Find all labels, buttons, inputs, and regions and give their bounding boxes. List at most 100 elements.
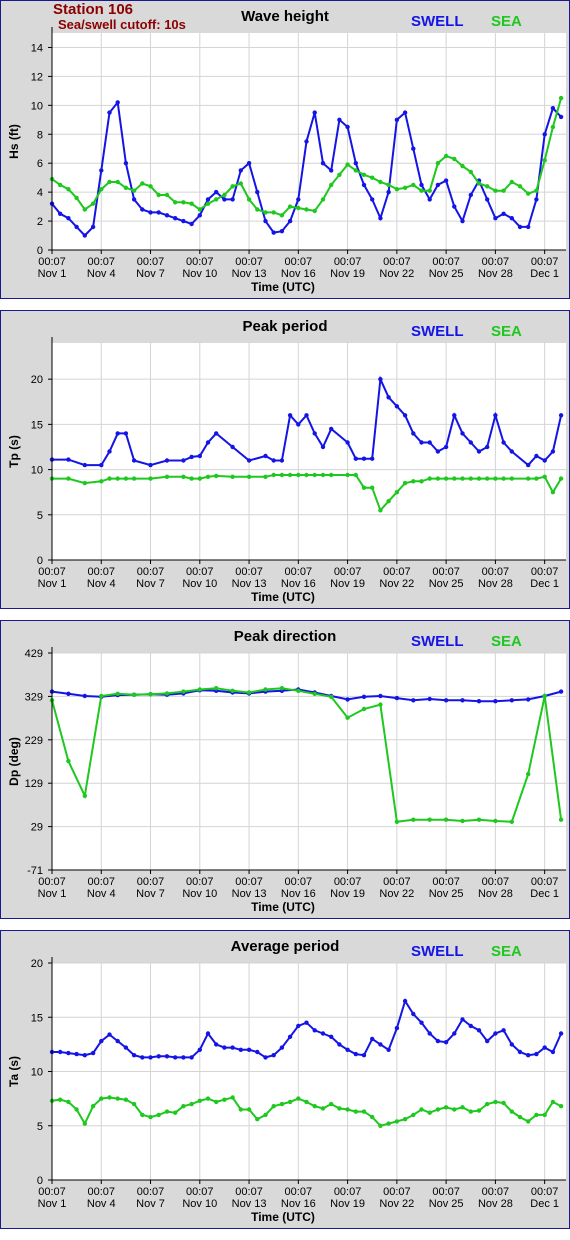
x-tick-time: 00:07 (432, 566, 460, 578)
data-point (353, 1109, 358, 1114)
data-point (468, 169, 473, 175)
x-tick-date: Nov 7 (136, 888, 165, 900)
data-point (370, 175, 375, 180)
data-point (205, 201, 211, 206)
data-point (197, 1047, 202, 1052)
y-tick-label: 10 (31, 465, 43, 477)
plot-area (52, 653, 566, 870)
data-point (558, 114, 564, 120)
chart-title: Peak direction (234, 628, 337, 645)
data-point (353, 472, 358, 478)
data-point (320, 444, 326, 450)
data-point (370, 456, 375, 461)
x-tick-time: 00:07 (137, 256, 165, 268)
data-point (558, 817, 564, 822)
data-point (509, 476, 514, 481)
data-point (517, 184, 523, 189)
data-point (115, 179, 120, 185)
y-tick-label: 10 (31, 100, 43, 112)
x-axis-label: Time (UTC) (251, 1210, 315, 1224)
data-point (82, 693, 88, 699)
y-tick-label: 129 (25, 778, 43, 790)
data-point (197, 207, 202, 212)
y-axis-label: Tp (s) (7, 435, 21, 468)
data-point (345, 1047, 350, 1052)
data-point (156, 210, 161, 215)
data-point (402, 480, 408, 486)
data-point (58, 1049, 63, 1055)
data-point (435, 182, 441, 188)
data-point (312, 431, 317, 436)
data-point (386, 189, 391, 195)
data-point (378, 693, 383, 699)
x-tick-time: 00:07 (531, 876, 559, 888)
data-point (156, 1054, 161, 1059)
x-tick-time: 00:07 (432, 1186, 460, 1198)
x-tick-time: 00:07 (334, 256, 362, 268)
data-point (394, 695, 400, 701)
data-point (550, 449, 556, 454)
data-point (181, 218, 186, 224)
data-point (263, 1055, 268, 1060)
x-tick-date: Nov 10 (182, 888, 217, 900)
y-axis-label: Dp (deg) (7, 737, 21, 786)
data-point (214, 189, 219, 195)
data-point (255, 1049, 260, 1055)
data-point (476, 699, 482, 704)
data-point (230, 197, 235, 202)
data-point (435, 161, 441, 166)
data-point (509, 179, 514, 185)
x-tick-time: 00:07 (383, 566, 411, 578)
data-point (329, 1101, 334, 1107)
x-tick-time: 00:07 (87, 1186, 115, 1198)
data-point (542, 132, 547, 137)
x-tick-date: Nov 28 (478, 268, 513, 280)
data-point (452, 1107, 457, 1112)
data-point (435, 1038, 441, 1044)
data-point (411, 1011, 416, 1017)
data-point (485, 184, 490, 189)
x-tick-time: 00:07 (186, 1186, 214, 1198)
wave-height-chart: 0246810121400:07Nov 100:07Nov 400:07Nov … (7, 8, 566, 294)
data-point (394, 1025, 400, 1031)
data-point (493, 188, 498, 193)
x-tick-time: 00:07 (38, 256, 66, 268)
data-point (345, 472, 350, 478)
data-point (304, 472, 309, 478)
data-point (140, 181, 145, 186)
data-point (320, 472, 326, 478)
data-point (419, 440, 424, 445)
data-point (287, 472, 293, 478)
data-point (197, 476, 202, 481)
data-point (386, 1121, 391, 1126)
data-point (271, 472, 276, 478)
data-point (296, 472, 301, 478)
plot-area (52, 343, 566, 560)
data-point (370, 485, 375, 490)
data-point (526, 1053, 531, 1058)
data-point (296, 1023, 301, 1029)
x-tick-date: Nov 4 (87, 578, 116, 590)
data-point (378, 179, 383, 185)
data-point (476, 449, 482, 454)
x-tick-date: Nov 16 (281, 1198, 316, 1210)
data-point (148, 692, 153, 697)
data-point (386, 182, 391, 188)
data-point (329, 168, 334, 173)
data-point (230, 1095, 235, 1100)
data-point (271, 230, 276, 235)
data-point (131, 458, 137, 463)
data-point (370, 1036, 375, 1042)
x-tick-date: Dec 1 (530, 888, 559, 900)
data-point (509, 819, 514, 824)
data-point (427, 1110, 432, 1115)
data-point (476, 1108, 482, 1113)
data-point (99, 1038, 104, 1044)
data-point (279, 213, 285, 218)
data-point (173, 1110, 178, 1115)
x-tick-time: 00:07 (38, 876, 66, 888)
x-tick-date: Nov 19 (330, 268, 365, 280)
x-tick-date: Nov 10 (182, 578, 217, 590)
x-tick-date: Dec 1 (530, 268, 559, 280)
y-tick-label: 20 (31, 958, 43, 970)
